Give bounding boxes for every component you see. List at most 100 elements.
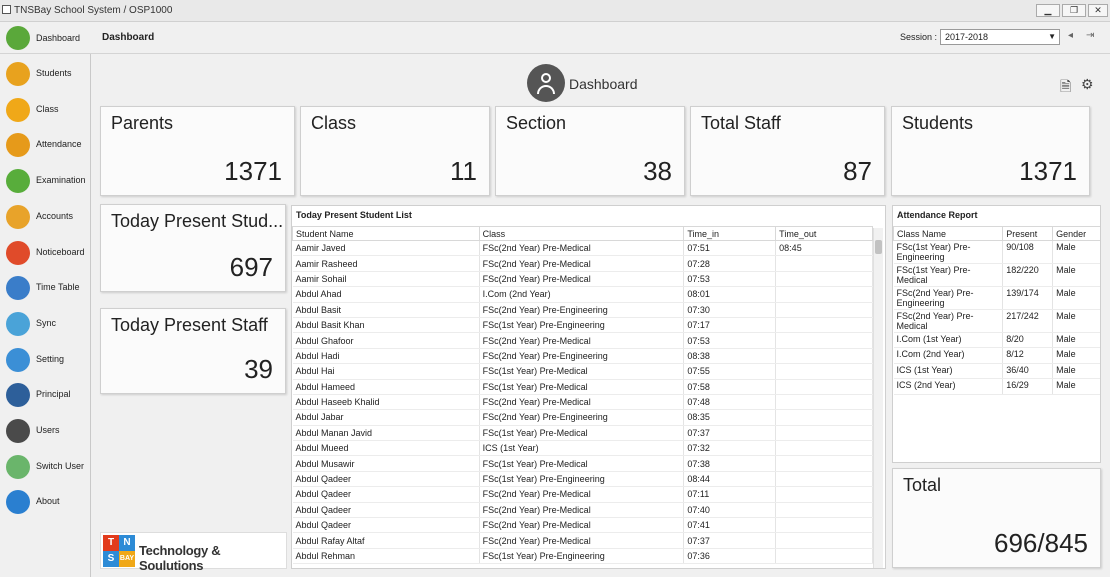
column-header[interactable]: Student Name: [292, 226, 480, 241]
column-header[interactable]: Time_in: [683, 226, 777, 241]
table-cell: 07:32: [683, 440, 777, 457]
table-cell: [775, 425, 873, 442]
report-icon[interactable]: 🗎: [1060, 76, 1071, 100]
table-cell: [775, 440, 873, 457]
table-cell: FSc(2nd Year) Pre-Medical: [479, 486, 685, 503]
settings-report-icon[interactable]: ⚙: [1081, 76, 1094, 93]
sidebar-item-examination[interactable]: Examination: [0, 165, 91, 197]
setting-icon: [6, 347, 30, 372]
column-header[interactable]: Present: [1002, 226, 1054, 241]
window-title: TNSBay School System / OSP1000: [14, 5, 173, 16]
card-title: Parents: [111, 113, 174, 133]
table-cell: 8/20: [1002, 332, 1054, 349]
sidebar-item-label: Sync: [36, 317, 57, 328]
table-row[interactable]: Abdul Hai FSc(1st Year) Pre-Medical 07:55: [292, 363, 873, 380]
sidebar-item-users[interactable]: Users: [0, 415, 91, 447]
minimize-button[interactable]: ▁: [1036, 4, 1060, 17]
table-row[interactable]: Abdul Musawir FSc(1st Year) Pre-Medical 07…: [292, 455, 873, 472]
table-cell: [775, 471, 873, 488]
card-title: Today Present Staff: [111, 315, 268, 335]
panel-title: Attendance Report: [897, 210, 978, 220]
sidebar-item-attendance[interactable]: Attendance: [0, 129, 91, 161]
sidebar-item-noticeboard[interactable]: Noticeboard: [0, 237, 91, 269]
table-cell: Male: [1052, 363, 1100, 380]
column-header[interactable]: Gender: [1052, 226, 1100, 241]
column-header[interactable]: Time_out: [775, 226, 873, 241]
sidebar-item-time-table[interactable]: Time Table: [0, 272, 91, 304]
table-row[interactable]: Abdul Basit FSc(2nd Year) Pre-Engineering…: [292, 302, 873, 318]
card-title: Total Staff: [701, 113, 781, 133]
table-row[interactable]: ICS (1st Year) 36/40 Male: [893, 363, 1100, 380]
table-row[interactable]: ICS (2nd Year) 16/29 Male: [893, 378, 1100, 395]
sidebar-item-about[interactable]: About: [0, 486, 91, 518]
table-row[interactable]: FSc(2nd Year) Pre-Medical 217/242 Male: [893, 309, 1100, 333]
card-value: 39: [244, 354, 273, 384]
sidebar-item-class[interactable]: Class: [0, 94, 91, 126]
table-row[interactable]: Aamir Javed FSc(2nd Year) Pre-Medical 07:5…: [292, 240, 873, 257]
student-list-table[interactable]: Student Name Class Time_in Time_out Aamir J…: [292, 226, 873, 565]
table-row[interactable]: Abdul Qadeer FSc(2nd Year) Pre-Medical 07:…: [292, 486, 873, 503]
table-row[interactable]: Abdul Hameed FSc(1st Year) Pre-Medical 07:…: [292, 379, 873, 395]
card-value: 696/845: [994, 528, 1088, 558]
sidebar-item-setting[interactable]: Setting: [0, 344, 91, 376]
session-select[interactable]: 2017-2018 ▼: [940, 29, 1060, 45]
table-cell: FSc(1st Year) Pre-Medical: [479, 425, 685, 442]
class-card: Class 11: [300, 106, 490, 196]
table-row[interactable]: Abdul Haseeb Khalid FSc(2nd Year) Pre-Med…: [292, 394, 873, 411]
table-cell: 07:37: [683, 532, 777, 549]
table-row[interactable]: I.Com (2nd Year) 8/12 Male: [893, 347, 1100, 364]
table-row[interactable]: FSc(1st Year) Pre-Medical 182/220 Male: [893, 263, 1100, 287]
session-value: 2017-2018: [945, 32, 989, 42]
table-row[interactable]: Abdul Rafay Altaf FSc(2nd Year) Pre-Medic…: [292, 532, 873, 549]
timetable-icon: [6, 276, 30, 301]
table-row[interactable]: Abdul Qadeer FSc(2nd Year) Pre-Medical 07:…: [292, 517, 873, 534]
column-header[interactable]: Class Name: [893, 226, 1004, 241]
table-row[interactable]: FSc(1st Year) Pre-Engineering 90/108 Male: [893, 240, 1100, 264]
table-row[interactable]: I.Com (1st Year) 8/20 Male: [893, 332, 1100, 349]
table-row[interactable]: Abdul Rehman FSc(1st Year) Pre-Engineerin…: [292, 548, 873, 565]
card-title: Class: [311, 113, 357, 133]
attendance-report-table[interactable]: Class Name Present Gender FSc(1st Year) Pr…: [893, 226, 1100, 395]
sidebar-item-label: Noticeboard: [36, 246, 85, 257]
sidebar-item-switch-user[interactable]: Switch User: [0, 451, 91, 483]
sidebar-item-principal[interactable]: Principal: [0, 379, 91, 411]
sync-icon: [6, 311, 30, 336]
card-title: Students: [902, 113, 974, 133]
noticeboard-icon: [6, 240, 30, 265]
table-row[interactable]: Abdul Qadeer FSc(2nd Year) Pre-Medical 07:…: [292, 502, 873, 519]
table-row[interactable]: Abdul Manan Javid FSc(1st Year) Pre-Medic…: [292, 425, 873, 442]
table-row[interactable]: Abdul Ghafoor FSc(2nd Year) Pre-Medical 07…: [292, 332, 873, 349]
back-icon[interactable]: ◂: [1068, 30, 1073, 41]
table-row[interactable]: Abdul Ahad I.Com (2nd Year) 08:01: [292, 286, 873, 303]
sidebar-item-students[interactable]: Students: [0, 58, 91, 90]
sidebar-item-label: Setting: [36, 353, 65, 364]
table-cell: ICS (1st Year): [893, 363, 1004, 380]
table-cell: 07:28: [683, 255, 777, 272]
sidebar-item-sync[interactable]: Sync: [0, 308, 91, 340]
table-cell: FSc(1st Year) Pre-Medical: [479, 363, 685, 380]
table-row[interactable]: Abdul Hadi FSc(2nd Year) Pre-Engineering 0…: [292, 348, 873, 365]
sidebar-item-accounts[interactable]: Accounts: [0, 201, 91, 233]
table-row[interactable]: Abdul Mueed ICS (1st Year) 07:32: [292, 440, 873, 457]
table-row[interactable]: Aamir Rasheed FSc(2nd Year) Pre-Medical 07…: [292, 255, 873, 272]
table-row[interactable]: Aamir Sohail FSc(2nd Year) Pre-Medical 07:…: [292, 271, 873, 288]
table-cell: Male: [1052, 286, 1100, 310]
table-row[interactable]: Abdul Jabar FSc(2nd Year) Pre-Engineering…: [292, 409, 873, 426]
table-cell: 08:38: [683, 348, 777, 365]
scrollbar[interactable]: [873, 228, 883, 568]
column-header[interactable]: Class: [478, 226, 685, 241]
table-cell: Male: [1052, 309, 1100, 333]
nav-dashboard[interactable]: Dashboard: [0, 22, 91, 54]
table-row[interactable]: Abdul Basit Khan FSc(1st Year) Pre-Engine…: [292, 317, 873, 334]
table-cell: Abdul Hameed: [292, 379, 480, 395]
table-cell: 08:01: [683, 286, 777, 303]
close-button[interactable]: ✕: [1088, 4, 1108, 17]
today-present-staff-card: Today Present Staff 39: [100, 308, 286, 394]
table-cell: [775, 302, 873, 318]
restore-button[interactable]: ❐: [1062, 4, 1086, 17]
table-cell: [775, 348, 873, 365]
table-row[interactable]: FSc(2nd Year) Pre-Engineering 139/174 Male: [893, 286, 1100, 310]
table-row[interactable]: Abdul Qadeer FSc(1st Year) Pre-Engineerin…: [292, 471, 873, 488]
logout-icon[interactable]: ⇥: [1086, 30, 1094, 41]
table-cell: Aamir Rasheed: [292, 255, 480, 272]
